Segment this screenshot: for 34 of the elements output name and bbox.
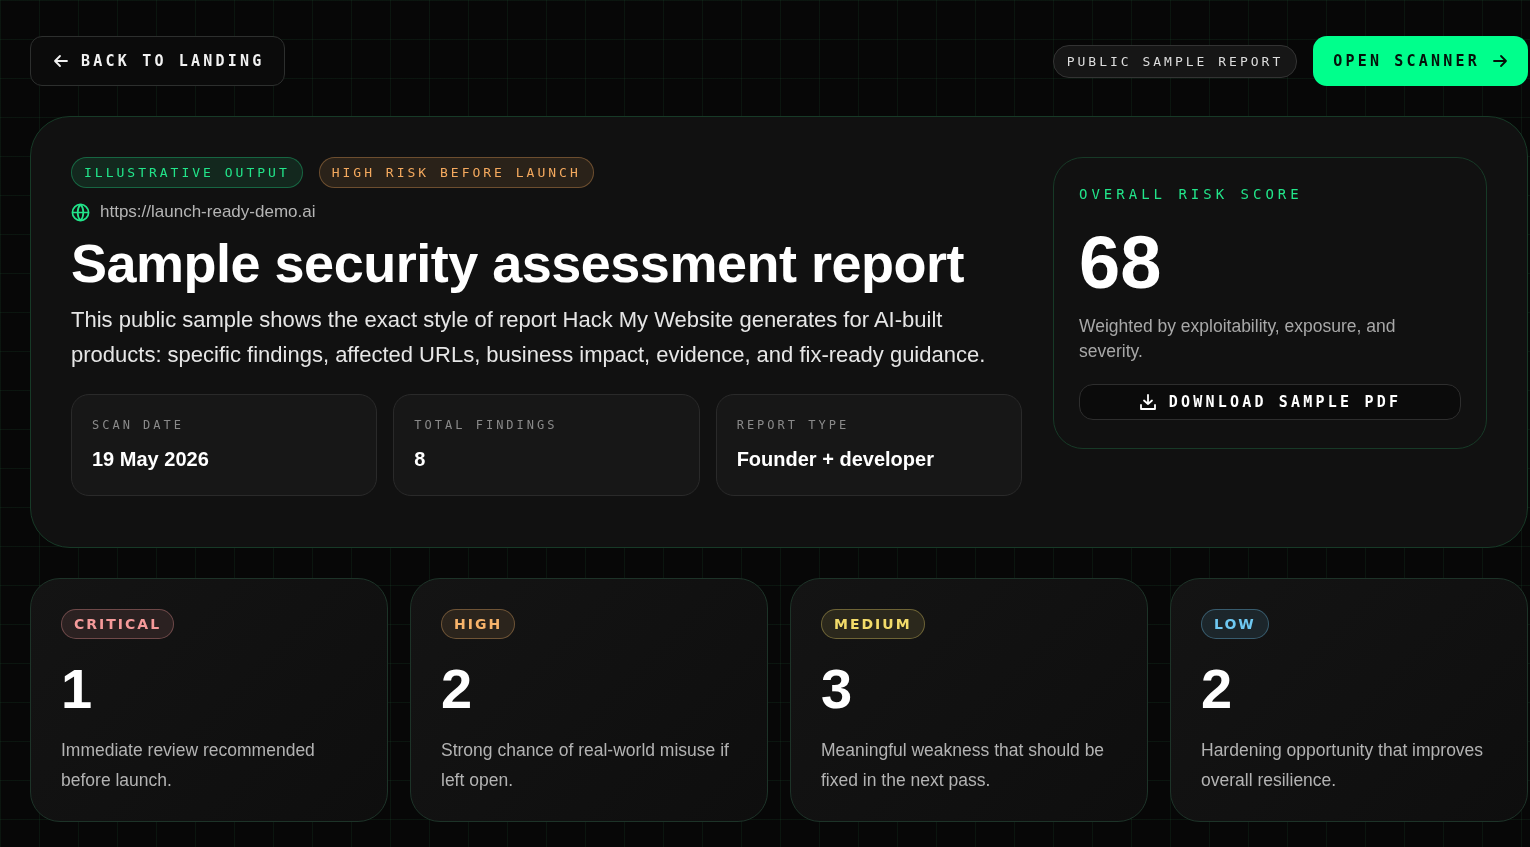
severity-badge: CRITICAL <box>61 609 175 639</box>
severity-count: 2 <box>441 661 473 717</box>
risk-score-value: 68 <box>1079 226 1162 300</box>
site-url: https://launch-ready-demo.ai <box>100 202 316 222</box>
severity-count: 3 <box>821 661 853 717</box>
report-title: Sample security assessment report <box>71 232 965 295</box>
severity-badge: HIGH <box>441 609 516 639</box>
report-badge: PUBLIC SAMPLE REPORT <box>1052 44 1298 78</box>
severity-description: Meaningful weakness that should be fixed in the next pass. <box>821 739 1106 792</box>
download-icon <box>1138 393 1157 411</box>
stat-label: SCAN DATE <box>92 417 185 432</box>
severity-count: 2 <box>1201 661 1233 717</box>
stat-value: Founder + developer <box>736 447 934 471</box>
arrow-right-icon <box>1492 53 1508 69</box>
stat-value: 8 <box>414 447 426 471</box>
back-button[interactable]: BACK TO LANDING <box>30 36 286 86</box>
severity-badge: MEDIUM <box>821 609 925 639</box>
severity-description: Immediate review recommended before launch. <box>61 739 316 792</box>
arrow-left-icon <box>53 53 69 69</box>
stat-value: 19 May 2026 <box>92 447 209 471</box>
severity-description: Hardening opportunity that improves overall resilience. <box>1201 739 1485 792</box>
severity-badge: LOW <box>1201 609 1269 639</box>
globe-icon <box>71 202 90 222</box>
report-description: This public sample shows the exact style of report Hack My Website generates for AI-built products: specific findings, affected URLs, business impact, evidence, and fix-ready guidance. <box>71 305 987 369</box>
open-scanner-button[interactable]: OPEN SCANNER <box>1313 36 1528 86</box>
stat-label: REPORT TYPE <box>736 417 850 432</box>
risk-score-note: Weighted by exploitability, exposure, and severity. <box>1079 315 1397 363</box>
download-pdf-button[interactable]: DOWNLOAD SAMPLE PDF <box>1079 384 1461 420</box>
severity-count: 1 <box>61 661 93 717</box>
status-tag: HIGH RISK BEFORE LAUNCH <box>318 157 594 188</box>
severity-description: Strong chance of real-world misuse if left open. <box>441 739 730 792</box>
risk-score-label: OVERALL RISK SCORE <box>1079 186 1303 202</box>
status-tag: ILLUSTRATIVE OUTPUT <box>71 157 303 188</box>
stat-label: TOTAL FINDINGS <box>414 417 558 432</box>
